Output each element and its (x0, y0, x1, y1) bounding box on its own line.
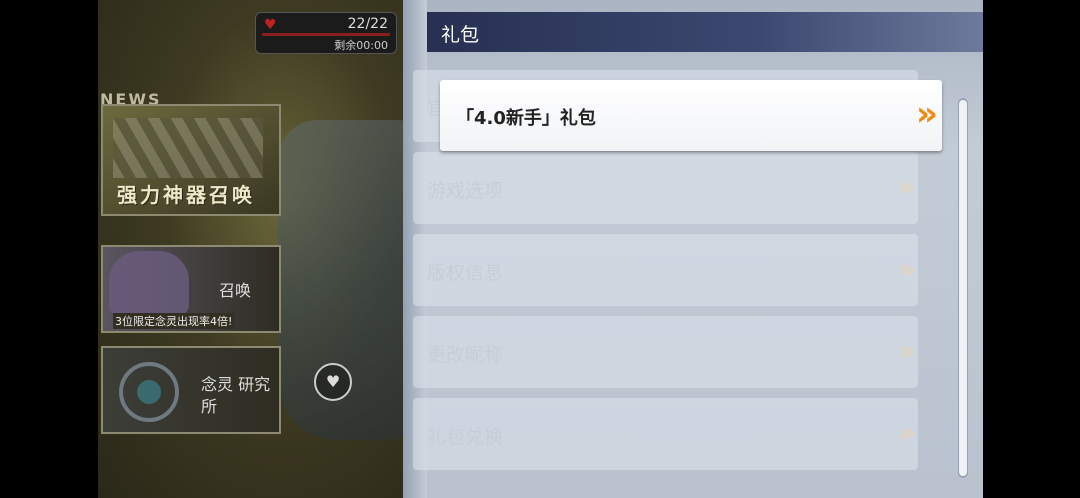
menu-item-copyright[interactable]: 版权信息 » (413, 234, 918, 306)
favorite-heart-icon[interactable]: ♥ (314, 363, 352, 401)
chevron-right-icon: » (897, 252, 916, 285)
banner-note: 3位限定念灵出现率4倍! (113, 313, 235, 329)
menu-item-label: 礼包兑换 (427, 426, 504, 448)
menu-item-label: 版权信息 (427, 262, 504, 284)
menu-item-change-nickname[interactable]: 更改昵称 » (413, 316, 918, 388)
menu-item-gift-redeem[interactable]: 礼包兑换 » (413, 398, 918, 470)
scrollbar-thumb[interactable] (959, 100, 967, 476)
chevron-right-icon: » (897, 170, 916, 203)
menu-item-game-options[interactable]: 游戏选项 » (413, 152, 918, 224)
character-portrait (109, 251, 189, 315)
banner-title: 召唤 (219, 281, 252, 300)
stamina-icon: ♥ (264, 17, 277, 33)
panel-title: 礼包 (441, 24, 480, 46)
stamina-meter: ♥ 22/22 剩余00:00 (255, 12, 397, 54)
chevron-right-icon: » (897, 334, 916, 367)
menu-item-label: 游戏选项 (427, 180, 504, 202)
research-icon (119, 362, 179, 422)
letterbox-right (983, 0, 1080, 498)
artifact-art (113, 118, 263, 178)
chevron-right-icon: » (897, 416, 916, 449)
chevron-right-icon: » (916, 94, 938, 134)
banner-research[interactable]: 念灵 研究所 (101, 346, 281, 434)
banner-summon[interactable]: 召唤 3位限定念灵出现率4倍! (101, 245, 281, 333)
letterbox-left (0, 0, 98, 498)
gift-pack-label: 「4.0新手」礼包 (456, 108, 596, 129)
banner-artifact-summon[interactable]: 强力神器召唤 (101, 104, 281, 216)
banner-title: 念灵 研究所 (201, 375, 271, 416)
banner-title: 强力神器召唤 (117, 183, 255, 207)
stamina-timer: 剩余00:00 (334, 39, 388, 52)
gift-pack-item-selected[interactable]: 「4.0新手」礼包 » (440, 80, 942, 151)
stamina-bar (262, 33, 390, 36)
menu-item-label: 更改昵称 (427, 344, 504, 366)
panel-header: 礼包 (427, 12, 983, 52)
stamina-count: 22/22 (347, 16, 388, 32)
